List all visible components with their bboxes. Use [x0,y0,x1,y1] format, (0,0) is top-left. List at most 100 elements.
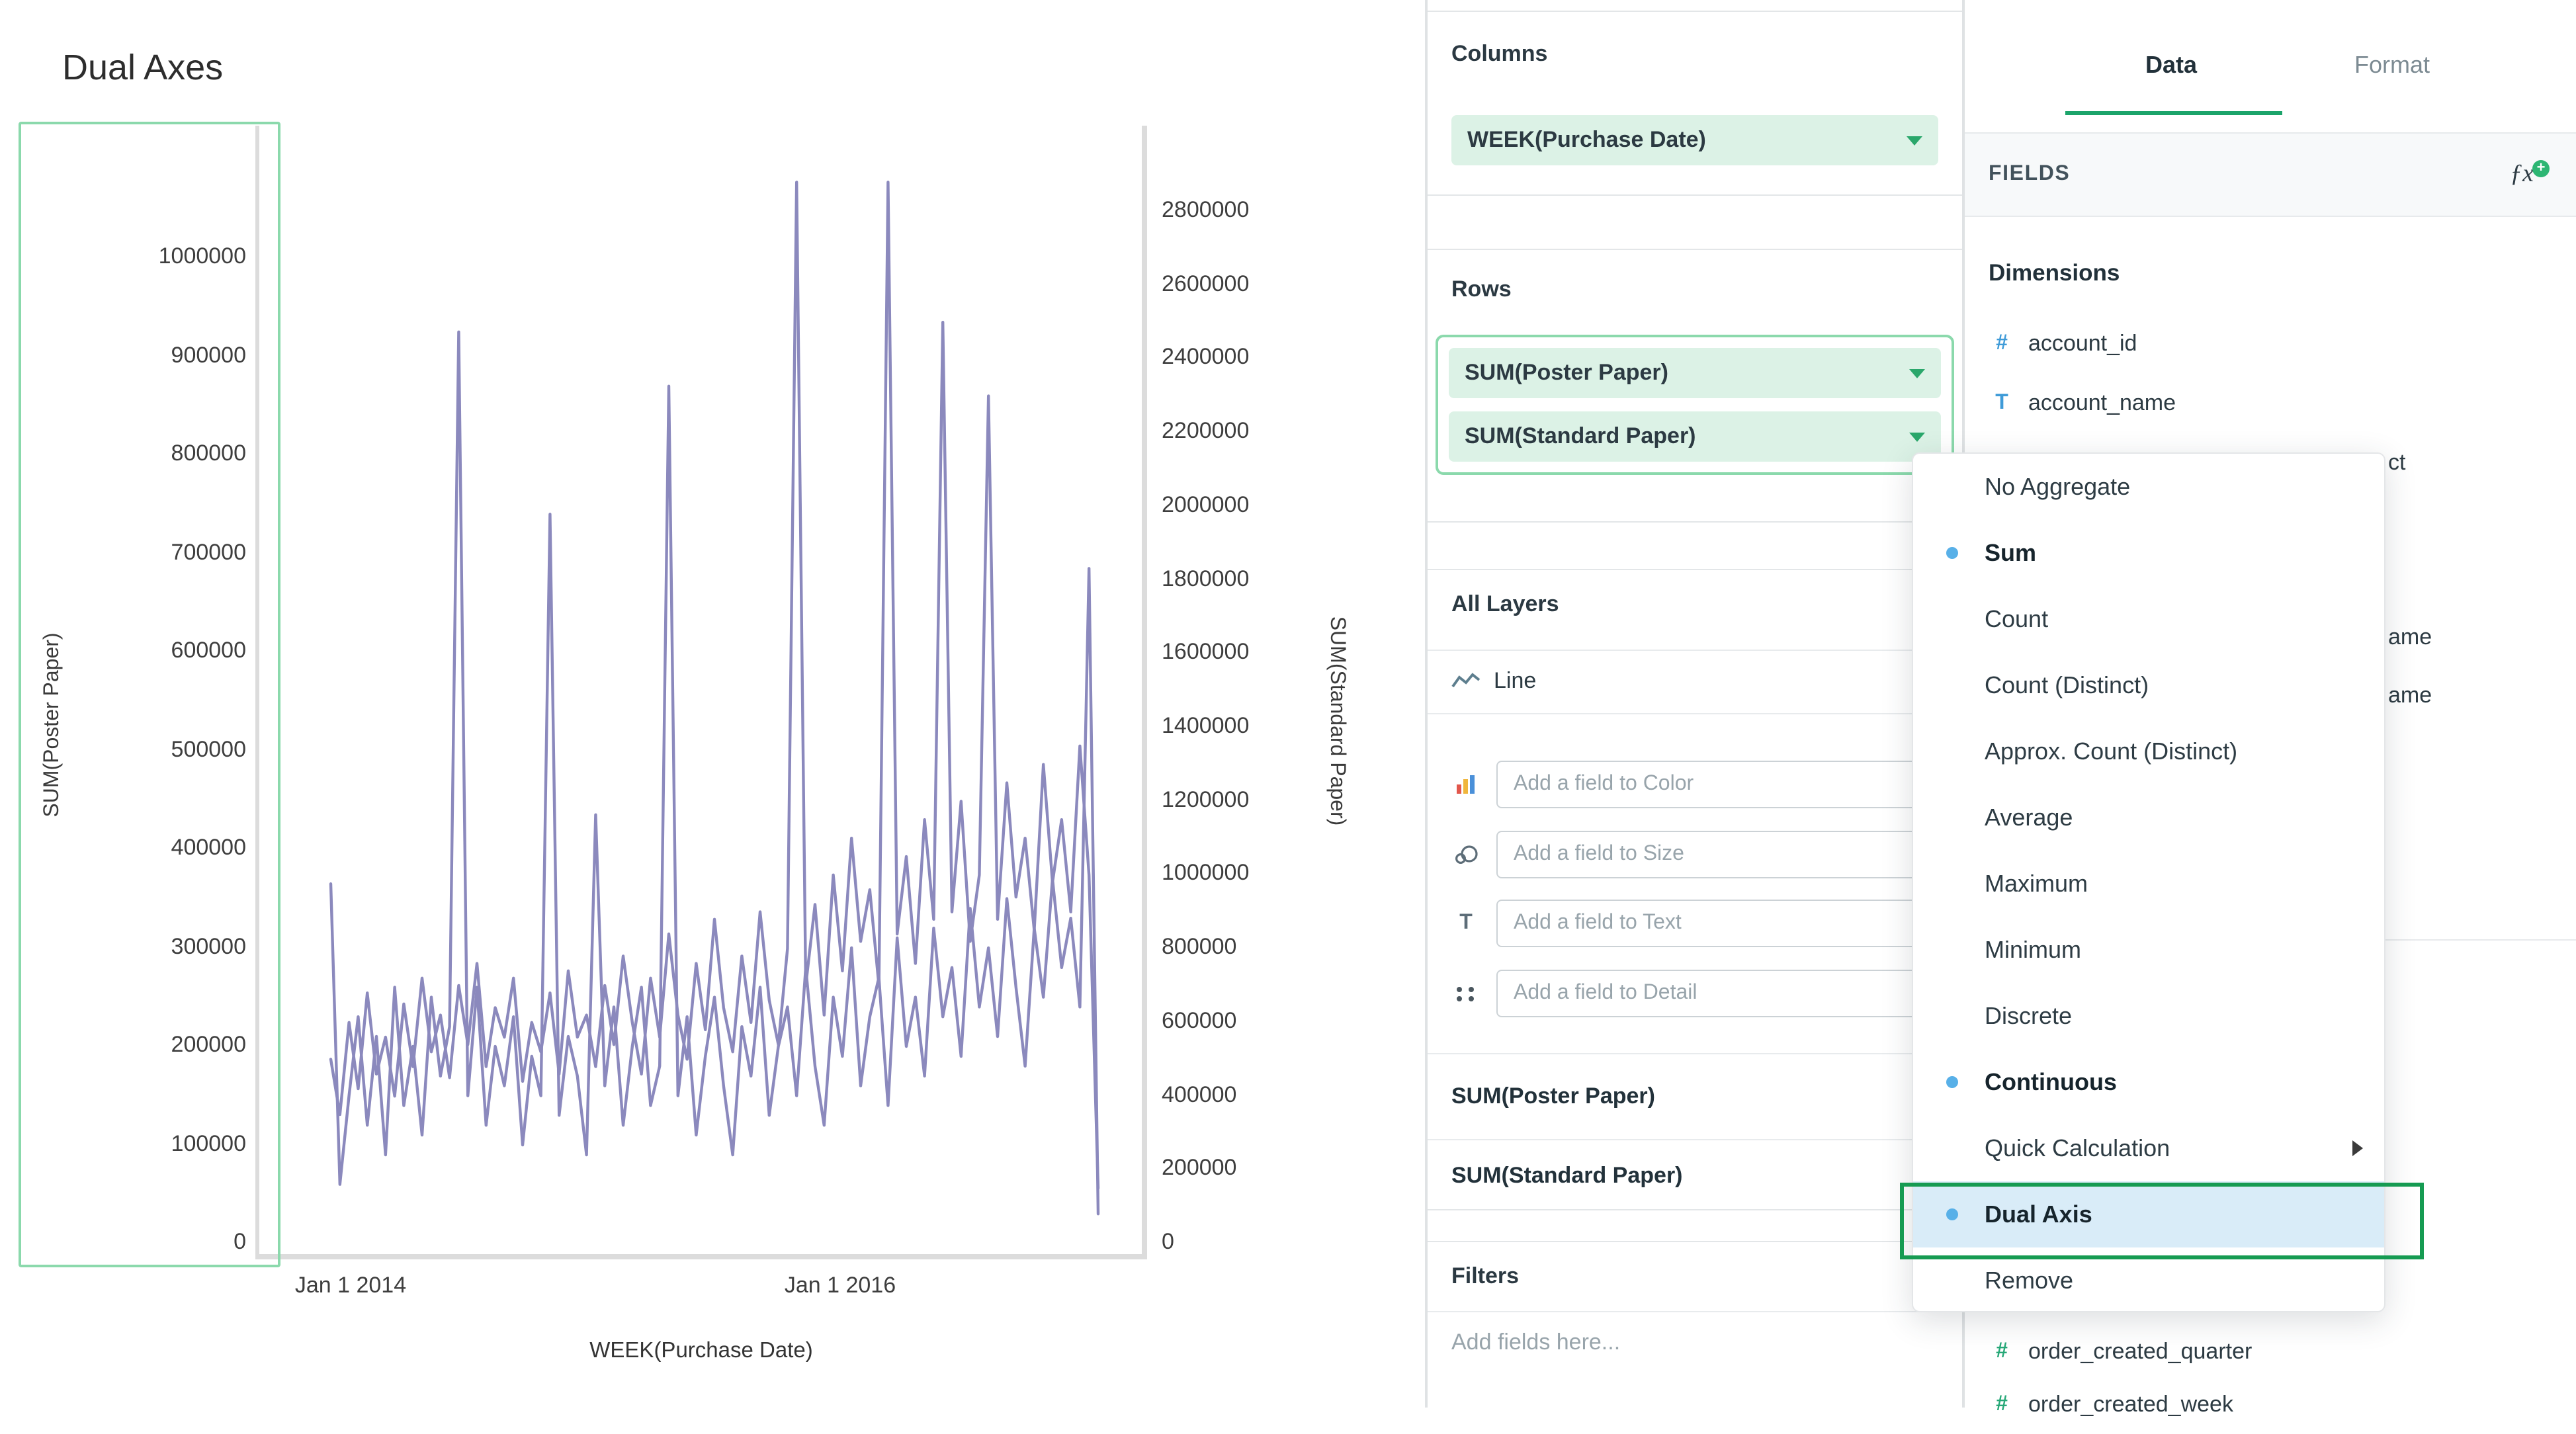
pill-label: WEEK(Purchase Date) [1467,127,1706,153]
axis-tick-label: Jan 1 2014 [295,1273,406,1299]
pill-label: SUM(Standard Paper) [1465,423,1696,450]
axis-tick-label: Jan 1 2016 [785,1273,896,1299]
menu-item-quick-calculation[interactable]: Quick Calculation [1913,1115,2384,1181]
axis-tick-label: 800000 [77,441,246,467]
submenu-arrow-icon [2352,1140,2363,1156]
size-field-input[interactable] [1496,831,1938,878]
partially-hidden-field-label[interactable]: ame [2388,683,2432,709]
text-icon: T [1451,911,1481,935]
menu-item-label: Average [1985,804,2073,831]
number-field-icon: # [1989,1393,2015,1417]
axis-tick-label: 0 [77,1229,246,1255]
measure-row-standard-paper[interactable]: SUM(Standard Paper) [1428,1139,1962,1212]
dropdown-caret-icon[interactable] [1907,136,1922,145]
pill-week-purchase-date[interactable]: WEEK(Purchase Date) [1451,115,1938,165]
tab-format[interactable]: Format [2354,52,2430,79]
menu-item-maximum[interactable]: Maximum [1913,851,2384,917]
menu-item-discrete[interactable]: Discrete [1913,983,2384,1049]
measure-row-poster-paper[interactable]: SUM(Poster Paper) [1428,1053,1962,1139]
menu-item-average[interactable]: Average [1913,784,2384,851]
dimensions-header: Dimensions [1989,259,2120,287]
add-calculated-field-button[interactable]: ƒx+ [2510,160,2550,189]
field-order-created-quarter[interactable]: # order_created_quarter [1989,1323,2565,1381]
menu-item-sum[interactable]: Sum [1913,520,2384,586]
axis-tick-label: 900000 [77,342,246,368]
menu-item-continuous[interactable]: Continuous [1913,1049,2384,1115]
menu-item-label: Continuous [1985,1068,2117,1096]
axis-tick-label: 1600000 [1162,640,1249,666]
menu-item-dual-axis[interactable]: Dual Axis [1913,1181,2384,1247]
selected-bullet-icon [1946,1208,1958,1220]
menu-item-approx-count-distinct[interactable]: Approx. Count (Distinct) [1913,718,2384,784]
color-icon [1451,774,1481,795]
menu-item-label: Maximum [1985,870,2088,898]
axis-tick-label: 100000 [77,1130,246,1157]
pill-sum-standard-paper[interactable]: SUM(Standard Paper) [1449,411,1941,462]
detail-icon [1451,986,1481,1001]
axis-tick-label: 200000 [77,1032,246,1058]
menu-item-label: Count [1985,605,2048,633]
axis-tick-label: 0 [1162,1229,1174,1255]
filters-placeholder[interactable]: Add fields here... [1451,1329,1620,1356]
tab-data[interactable]: Data [2145,52,2197,79]
field-account-name[interactable]: T account_name [1989,374,2565,433]
text-field-input[interactable] [1496,900,1938,947]
partially-hidden-field-label[interactable]: ct [2388,450,2405,476]
measure-label: SUM(Standard Paper) [1451,1162,1683,1189]
menu-item-label: Discrete [1985,1002,2072,1030]
number-field-icon: # [1989,1340,2015,1364]
axis-tick-label: 2200000 [1162,418,1249,444]
menu-item-label: Sum [1985,539,2036,567]
chart-type-label: Line [1494,668,1536,695]
number-field-icon: # [1989,332,2015,356]
axis-tick-label: 2800000 [1162,197,1249,224]
dropdown-caret-icon[interactable] [1909,368,1925,378]
all-layers-title: All Layers [1451,591,1559,618]
detail-field-input[interactable] [1496,970,1938,1017]
menu-item-label: Quick Calculation [1985,1134,2170,1162]
dropdown-caret-icon[interactable] [1909,432,1925,441]
menu-item-count[interactable]: Count [1913,586,2384,652]
filters-title: Filters [1451,1263,1519,1290]
columns-shelf: Columns WEEK(Purchase Date) [1428,11,1962,196]
pill-label: SUM(Poster Paper) [1465,360,1668,386]
field-order-created-week[interactable]: # order_created_week [1989,1376,2565,1434]
text-field-row: T [1428,897,1962,950]
chart-type-line-row[interactable]: Line [1428,650,1962,713]
menu-item-label: Remove [1985,1267,2073,1294]
menu-item-label: Count (Distinct) [1985,671,2149,699]
color-field-input[interactable] [1496,761,1938,808]
right-axis-title: SUM(Standard Paper) [1324,616,1348,826]
left-axis-title: SUM(Poster Paper) [41,632,65,817]
axis-tick-label: 2000000 [1162,492,1249,519]
series-sum-standard-paper [331,182,1098,1188]
size-field-row [1428,828,1962,881]
rows-shelf-title: Rows [1451,276,1512,303]
fields-header: FIELDS [1989,163,2070,187]
axis-tick-label: 700000 [77,539,246,566]
menu-item-count-distinct[interactable]: Count (Distinct) [1913,652,2384,718]
axis-tick-label: 600000 [77,638,246,664]
pill-sum-poster-paper[interactable]: SUM(Poster Paper) [1449,348,1941,398]
size-icon [1451,844,1481,865]
axis-tick-label: 800000 [1162,934,1236,960]
axis-tick-label: 300000 [77,933,246,960]
partially-hidden-field-label[interactable]: ame [2388,624,2432,651]
menu-item-label: Approx. Count (Distinct) [1985,738,2237,765]
measure-label: SUM(Poster Paper) [1451,1083,1655,1109]
selected-bullet-icon [1946,1076,1958,1088]
axis-tick-label: 500000 [77,736,246,763]
field-label: order_created_week [2028,1392,2233,1418]
field-account-id[interactable]: # account_id [1989,315,2565,373]
menu-item-minimum[interactable]: Minimum [1913,917,2384,983]
all-layers-card: All Layers Line [1428,569,1962,1210]
plus-badge-icon: + [2532,160,2550,177]
axis-tick-label: 200000 [1162,1156,1236,1182]
axis-tick-label: 1000000 [1162,861,1249,887]
divider [1428,713,1962,714]
chart-panel: Dual Axes 010000020000030000040000050000… [0,0,1426,1408]
aggregation-dropdown-menu: No Aggregate Sum Count Count (Distinct) Appr… [1912,452,2385,1312]
menu-item-remove[interactable]: Remove [1913,1247,2384,1312]
series-sum-poster-paper [331,332,1098,1214]
menu-item-no-aggregate[interactable]: No Aggregate [1913,454,2384,520]
